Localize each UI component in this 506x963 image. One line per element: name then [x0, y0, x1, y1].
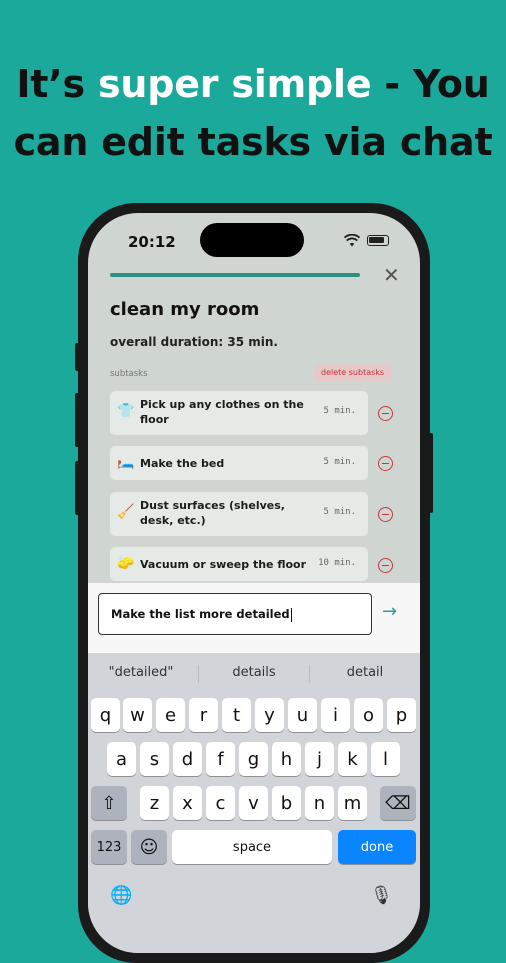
- headline-line-2: can edit tasks via chat: [13, 120, 493, 164]
- key-u[interactable]: u: [288, 698, 317, 732]
- key-d[interactable]: d: [173, 742, 202, 776]
- key-k[interactable]: k: [338, 742, 367, 776]
- key-l[interactable]: l: [371, 742, 400, 776]
- key-m[interactable]: m: [338, 786, 367, 820]
- suggestion-divider: [309, 665, 310, 683]
- key-f[interactable]: f: [206, 742, 235, 776]
- key-c[interactable]: c: [206, 786, 235, 820]
- text-caret: [290, 607, 293, 622]
- wifi-icon: [344, 234, 360, 247]
- key-e[interactable]: e: [156, 698, 185, 732]
- subtask-row[interactable]: 🧹 Dust surfaces (shelves, desk, etc.) 5 …: [110, 492, 368, 536]
- key-a[interactable]: a: [107, 742, 136, 776]
- key-t[interactable]: t: [222, 698, 251, 732]
- numbers-key[interactable]: 123: [91, 830, 127, 864]
- microphone-icon[interactable]: 🎙: [370, 885, 393, 906]
- close-icon[interactable]: ✕: [383, 263, 400, 287]
- subtask-text: Make the bed: [140, 457, 225, 470]
- phone-screen: 20:12 ✕ clean my room overall duration: …: [88, 213, 420, 953]
- task-title: clean my room: [110, 299, 260, 320]
- remove-subtask-icon[interactable]: [378, 406, 393, 421]
- phone-mute-button: [75, 343, 79, 371]
- subtask-duration: 5 min.: [323, 406, 356, 416]
- key-b[interactable]: b: [272, 786, 301, 820]
- subtasks-label: subtasks: [110, 369, 148, 379]
- key-n[interactable]: n: [305, 786, 334, 820]
- globe-icon[interactable]: 🌐: [110, 885, 132, 906]
- key-o[interactable]: o: [354, 698, 383, 732]
- remove-subtask-icon[interactable]: [378, 456, 393, 471]
- remove-subtask-icon[interactable]: [378, 558, 393, 573]
- space-key[interactable]: space: [172, 830, 332, 864]
- key-s[interactable]: s: [140, 742, 169, 776]
- phone-volume-down-button: [75, 461, 79, 515]
- phone-volume-up-button: [75, 393, 79, 447]
- done-key[interactable]: done: [338, 830, 416, 864]
- arrow-right-icon[interactable]: →: [382, 601, 397, 622]
- phone-power-button: [429, 433, 433, 513]
- dynamic-island: [200, 223, 304, 257]
- chat-input-value: Make the list more detailed: [111, 607, 290, 621]
- key-j[interactable]: j: [305, 742, 334, 776]
- phone-frame: 20:12 ✕ clean my room overall duration: …: [75, 203, 433, 963]
- headline-highlight: super simple: [97, 62, 372, 106]
- broom-icon: 🧹: [117, 504, 135, 520]
- suggestion-item[interactable]: detail: [312, 665, 418, 680]
- remove-subtask-icon[interactable]: [378, 507, 393, 522]
- key-g[interactable]: g: [239, 742, 268, 776]
- task-duration: overall duration: 35 min.: [110, 335, 278, 349]
- headline-suffix: - You: [371, 62, 490, 106]
- subtask-text: Dust surfaces (shelves, desk, etc.): [140, 499, 285, 527]
- subtask-row[interactable]: 🛏️ Make the bed 5 min.: [110, 446, 368, 480]
- status-time: 20:12: [128, 233, 176, 251]
- key-z[interactable]: z: [140, 786, 169, 820]
- key-y[interactable]: y: [255, 698, 284, 732]
- suggestion-item[interactable]: details: [201, 665, 307, 680]
- battery-icon: [367, 235, 389, 246]
- subtask-text: Pick up any clothes on the floor: [140, 398, 304, 426]
- key-i[interactable]: i: [321, 698, 350, 732]
- key-v[interactable]: v: [239, 786, 268, 820]
- subtask-duration: 10 min.: [318, 558, 356, 568]
- headline-prefix: It’s: [16, 62, 98, 106]
- chat-input[interactable]: Make the list more detailed: [98, 593, 372, 635]
- subtask-text: Vacuum or sweep the floor: [140, 558, 307, 571]
- suggestion-divider: [198, 665, 199, 683]
- delete-subtasks-button[interactable]: delete subtasks: [314, 364, 392, 381]
- subtask-duration: 5 min.: [323, 457, 356, 467]
- key-h[interactable]: h: [272, 742, 301, 776]
- key-r[interactable]: r: [189, 698, 218, 732]
- sponge-icon: 🧽: [117, 555, 135, 571]
- shift-key[interactable]: ⇧: [91, 786, 127, 820]
- backspace-key[interactable]: ⌫: [380, 786, 416, 820]
- progress-bar: [110, 273, 360, 277]
- subtask-duration: 5 min.: [323, 507, 356, 517]
- subtask-row[interactable]: 🧽 Vacuum or sweep the floor 10 min.: [110, 547, 368, 581]
- key-p[interactable]: p: [387, 698, 416, 732]
- emoji-key[interactable]: ☺: [131, 830, 167, 864]
- shirt-icon: 👕: [117, 403, 135, 419]
- key-w[interactable]: w: [123, 698, 152, 732]
- key-q[interactable]: q: [91, 698, 120, 732]
- keyboard: "detailed" details detail q w e r t y u …: [88, 653, 420, 953]
- key-x[interactable]: x: [173, 786, 202, 820]
- suggestion-item[interactable]: "detailed": [88, 665, 194, 680]
- subtask-row[interactable]: 👕 Pick up any clothes on the floor 5 min…: [110, 391, 368, 435]
- bed-icon: 🛏️: [117, 454, 135, 470]
- headline-line-1: It’s super simple - You: [0, 62, 506, 106]
